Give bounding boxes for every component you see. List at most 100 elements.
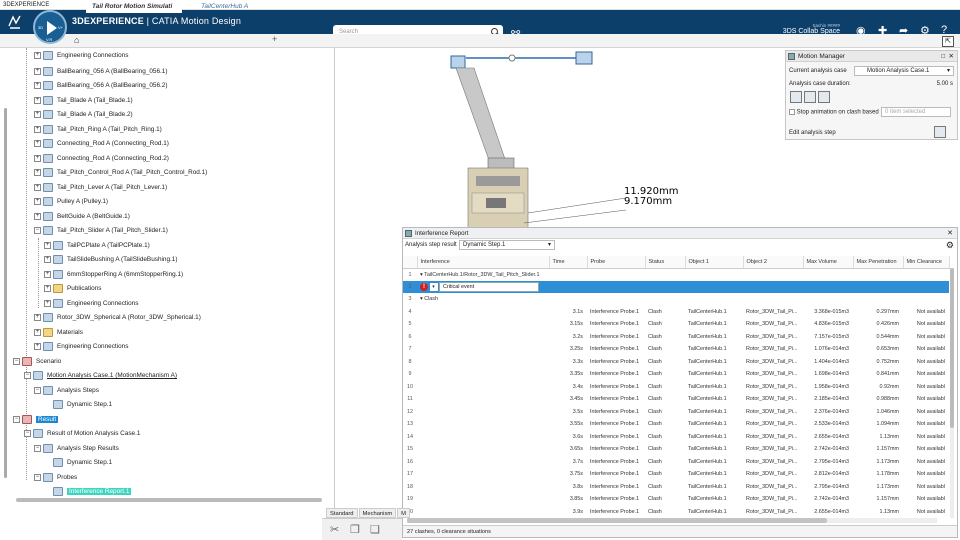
add-tab-icon[interactable]: + <box>272 34 277 44</box>
table-group-row[interactable]: 3 ▾ Clash <box>403 293 949 306</box>
tree-item[interactable]: Dynamic Step.1 <box>44 399 112 411</box>
cell-clr: Not availabl <box>916 496 945 503</box>
cell-probe: Interference Probe.1 <box>590 308 640 315</box>
column-header[interactable]: Interference <box>417 256 550 269</box>
home-icon[interactable]: ⌂ <box>74 35 79 45</box>
table-row[interactable]: 14 3.6s Interference Probe.1 Clash TailCente… <box>403 431 949 444</box>
gear-icon[interactable]: ⚙ <box>946 240 954 251</box>
table-row[interactable]: 6 3.2s Interference Probe.1 Clash TailCenter… <box>403 331 949 344</box>
edit-step-icon[interactable] <box>934 126 946 138</box>
tree-item[interactable]: − Result of Motion Analysis Case.1 <box>24 428 140 440</box>
tree-item[interactable]: + Connecting_Rod A (Connecting_Rod.2) <box>34 153 169 165</box>
tree-item[interactable]: + Connecting_Rod A (Connecting_Rod.1) <box>34 138 169 150</box>
ds-logo-icon[interactable] <box>7 14 23 30</box>
tree-item[interactable]: − Tail_Pitch_Slider A (Tail_Pitch_Slider.… <box>34 225 168 237</box>
tree-item[interactable]: − Probes <box>34 472 77 484</box>
stop-selection[interactable]: 0 item selected <box>881 107 951 117</box>
dropdown-arrow-icon[interactable]: ▾ <box>429 282 438 291</box>
table-row[interactable]: 18 3.8s Interference Probe.1 Clash TailCente… <box>403 481 949 494</box>
current-case-dropdown[interactable]: Motion Analysis Case.1 ▾ <box>854 66 954 76</box>
table-row[interactable]: 19 3.85s Interference Probe.1 Clash TailCent… <box>403 493 949 506</box>
report-vertical-scrollbar[interactable] <box>950 268 954 518</box>
tree-item[interactable]: + BallBearing_056 A (BallBearing_056.1) <box>34 66 168 78</box>
event-name-input[interactable]: Critical event <box>439 281 539 292</box>
fit-all-icon[interactable]: ⇱ <box>942 36 954 47</box>
tree-item[interactable]: + Engineering Connections <box>34 341 128 353</box>
play-icon[interactable] <box>47 21 57 35</box>
table-row[interactable]: 12 3.5s Interference Probe.1 Clash TailCente… <box>403 406 949 419</box>
copy-icon[interactable]: ❐ <box>350 523 360 536</box>
table-row[interactable]: 16 3.7s Interference Probe.1 Clash TailCente… <box>403 456 949 469</box>
column-header[interactable]: Object 1 <box>685 256 744 269</box>
tree-item[interactable]: + Tail_Pitch_Control_Rod A (Tail_Pitch_Co… <box>34 167 207 179</box>
tree-item[interactable]: + BallBearing_056 A (BallBearing_056.2) <box>34 80 168 92</box>
table-row[interactable]: 5 3.15s Interference Probe.1 Clash TailCente… <box>403 318 949 331</box>
table-row[interactable]: 17 3.75s Interference Probe.1 Clash TailCent… <box>403 468 949 481</box>
step-result-dropdown[interactable]: Dynamic Step.1 ▾ <box>459 240 555 250</box>
settings-icon[interactable] <box>804 91 816 103</box>
tree-item[interactable]: + Rotor_3DW_Spherical A (Rotor_3DW_Spheri… <box>34 312 201 324</box>
cut-icon[interactable]: ✂ <box>330 523 339 536</box>
tree-item[interactable]: + Tail_Blade A (Tail_Blade.1) <box>34 95 133 107</box>
tree-item[interactable]: − Motion Analysis Case.1 (MotionMechanism… <box>24 370 177 382</box>
tree-item[interactable]: + BeltGuide A (BeltGuide.1) <box>34 211 130 223</box>
tree-vertical-scrollbar[interactable] <box>4 108 7 478</box>
column-header[interactable] <box>403 256 418 269</box>
compass-widget[interactable]: 3D V+ V.R <box>33 10 67 44</box>
cell-probe: Interference Probe.1 <box>590 433 640 440</box>
table-row[interactable]: 9 3.35s Interference Probe.1 Clash TailCente… <box>403 368 949 381</box>
table-row[interactable]: 8 3.3s Interference Probe.1 Clash TailCenter… <box>403 356 949 369</box>
tree-item[interactable]: + TailPCPlate A (TailPCPlate.1) <box>44 240 150 252</box>
tree-item[interactable]: + TailSlideBushing A (TailSlideBushing.1) <box>44 254 177 266</box>
tab-standard[interactable]: Standard <box>326 508 358 518</box>
tab-mechanism[interactable]: Mechanism <box>358 508 397 518</box>
tree-item[interactable]: + Engineering Connections <box>44 298 138 310</box>
table-row[interactable]: 10 3.4s Interference Probe.1 Clash TailCente… <box>403 381 949 394</box>
table-row[interactable]: 13 3.55s Interference Probe.1 Clash TailCent… <box>403 418 949 431</box>
table-row[interactable]: 7 3.25s Interference Probe.1 Clash TailCente… <box>403 343 949 356</box>
column-header[interactable]: Object 2 <box>743 256 804 269</box>
report-icon[interactable] <box>818 91 830 103</box>
tree-item-interference-report[interactable]: Interference Report.1 <box>44 486 132 498</box>
tree-item[interactable]: − Scenario <box>13 356 61 368</box>
table-row[interactable]: 4 3.1s Interference Probe.1 Clash TailCenter… <box>403 306 949 319</box>
interference-cell <box>417 381 549 394</box>
tree-item[interactable]: +6mmStopperRing A (6mmStopperRing.1) <box>44 269 183 281</box>
motion-manager-collapse-icon[interactable]: □ <box>941 51 945 62</box>
column-header[interactable]: Max Penetration <box>853 256 904 269</box>
motion-manager-close-icon[interactable]: ✕ <box>949 51 954 62</box>
tree-item[interactable]: − Analysis Steps <box>34 385 99 397</box>
table-row[interactable]: 15 3.65s Interference Probe.1 Clash TailCent… <box>403 443 949 456</box>
tree-item[interactable]: + Tail_Blade A (Tail_Blade.2) <box>34 109 133 121</box>
expand-icon[interactable]: ▾ <box>420 272 423 278</box>
column-header[interactable]: Min Clearance <box>903 256 950 269</box>
report-horizontal-scrollbar[interactable] <box>407 518 937 523</box>
expand-icon[interactable]: ▾ <box>420 296 423 302</box>
tree-item[interactable]: Dynamic Step.1 <box>44 457 112 469</box>
column-header[interactable]: Time <box>549 256 588 269</box>
tree-horizontal-scrollbar[interactable] <box>16 498 322 502</box>
tree-item[interactable]: + Pulley A (Pulley.1) <box>34 196 108 208</box>
paste-icon[interactable]: ❏ <box>370 523 380 536</box>
tree-item[interactable]: + Engineering Connections <box>34 50 128 62</box>
table-row[interactable]: 11 3.45s Interference Probe.1 Clash TailCent… <box>403 393 949 406</box>
tree-item[interactable]: + Tail_Pitch_Lever A (Tail_Pitch_Lever.1) <box>34 182 167 194</box>
tab-tail-rotor[interactable]: Tail Rotor Motion Simulati <box>86 1 182 13</box>
tree-item[interactable]: + Publications <box>44 283 101 295</box>
stop-checkbox[interactable] <box>789 109 795 115</box>
column-header[interactable]: Status <box>645 256 686 269</box>
tree-item-result[interactable]: − Result <box>13 414 59 426</box>
stop-checkbox-row[interactable]: Stop animation on clash based <box>789 109 879 116</box>
tab-more[interactable]: M <box>397 508 411 518</box>
table-row[interactable]: 203.9sInterference Probe.1ClashTailCente… <box>403 506 949 519</box>
column-header[interactable]: Probe <box>587 256 646 269</box>
tree-item[interactable]: + Materials <box>34 327 83 339</box>
table-row-selected[interactable]: 2 ! ▾ Critical event <box>403 280 949 293</box>
step-icon[interactable] <box>790 91 802 103</box>
close-icon[interactable]: ✕ <box>947 228 953 239</box>
column-header[interactable]: Max Volume <box>803 256 854 269</box>
table-group-row[interactable]: 1 ▾ TailCenterHub.1/Rotor_3DW_Tail_Pitch… <box>403 268 949 281</box>
tree-item[interactable]: + Tail_Pitch_Ring A (Tail_Pitch_Ring.1) <box>34 124 162 136</box>
tab-tailcenterhub[interactable]: TailCenterHub A <box>195 1 265 13</box>
tree-item[interactable]: − Analysis Step Results <box>34 443 119 455</box>
